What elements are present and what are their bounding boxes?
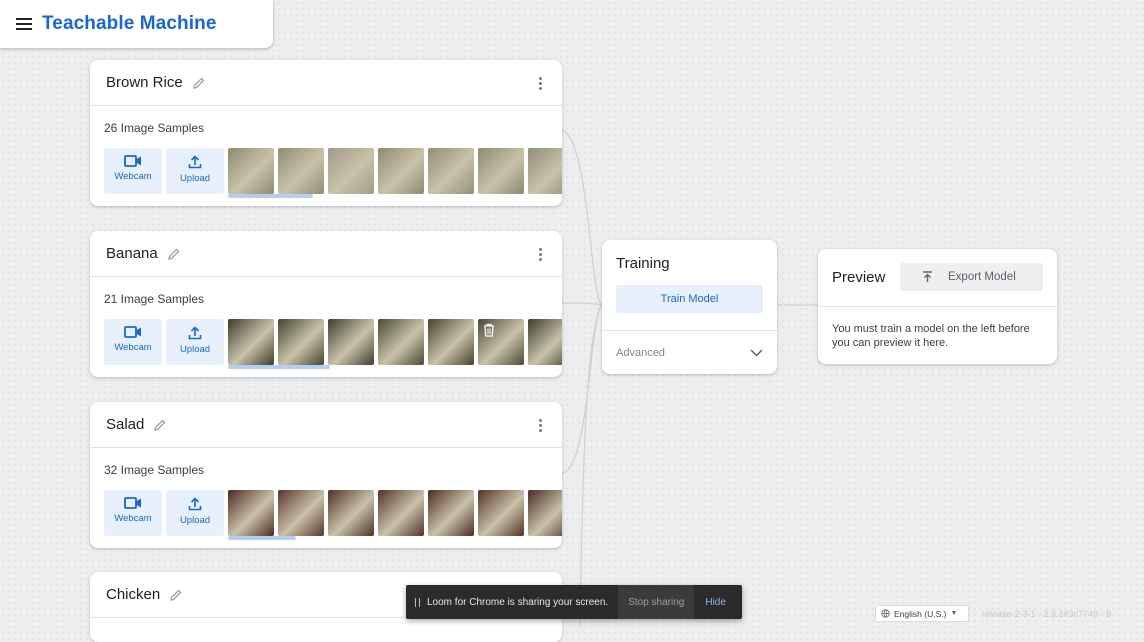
delete-icon[interactable] (483, 323, 495, 337)
upload-icon (188, 497, 202, 511)
sample-thumbnail[interactable] (528, 319, 562, 365)
edit-pencil-icon[interactable] (167, 247, 181, 261)
webcam-label: Webcam (114, 342, 152, 353)
sample-count: 21 Image Samples (104, 292, 205, 306)
sample-thumbnail[interactable] (428, 490, 474, 536)
loom-message: Loom for Chrome is sharing your screen. (427, 596, 609, 608)
upload-label: Upload (179, 515, 211, 526)
language-select[interactable]: English (U.S.) ▼ (875, 605, 969, 622)
sample-thumbnail[interactable] (478, 490, 524, 536)
sample-thumbnail[interactable] (328, 148, 374, 194)
upload-button[interactable]: Upload (166, 319, 224, 365)
sample-thumbnail[interactable] (328, 319, 374, 365)
menu-icon[interactable] (16, 15, 32, 33)
edit-pencil-icon[interactable] (153, 418, 167, 432)
sample-thumbnail[interactable] (428, 148, 474, 194)
sample-thumbnail[interactable] (228, 319, 274, 365)
webcam-button[interactable]: Webcam (104, 319, 162, 365)
samples-scrollbar[interactable] (228, 194, 313, 198)
sample-thumbnail[interactable] (378, 319, 424, 365)
sample-thumbnail[interactable] (278, 148, 324, 194)
webcam-label: Webcam (114, 513, 152, 524)
globe-icon (881, 609, 890, 618)
chevron-down-icon (750, 349, 763, 357)
training-title: Training (616, 255, 670, 272)
sample-thumbnail[interactable] (528, 148, 562, 194)
release-label: release-2-3-1 - 2.3.1#3c7749 - 9 (982, 609, 1112, 619)
sample-row: Webcam Upload (104, 148, 562, 194)
advanced-toggle[interactable]: Advanced (602, 330, 777, 375)
webcam-label: Webcam (114, 171, 152, 182)
training-panel: Training Train Model Advanced (602, 240, 777, 374)
webcam-button[interactable]: Webcam (104, 490, 162, 536)
sample-thumbnail[interactable] (378, 490, 424, 536)
sample-count: 32 Image Samples (104, 463, 205, 477)
upload-label: Upload (179, 344, 211, 355)
app-title[interactable]: Teachable Machine (42, 13, 217, 35)
class-card-brown-rice: Brown Rice 26 Image Samples Webcam Uploa… (90, 60, 562, 206)
upload-icon (188, 326, 202, 340)
stop-sharing-button[interactable]: Stop sharing (618, 585, 695, 619)
samples-scrollbar[interactable] (228, 536, 296, 540)
class-card-salad: Salad 32 Image Samples Webcam Upload (90, 402, 562, 548)
hide-button[interactable]: Hide (705, 597, 726, 608)
advanced-label: Advanced (616, 347, 665, 359)
class-header: Banana (90, 231, 562, 277)
class-name[interactable]: Salad (106, 416, 144, 433)
sample-thumbnail[interactable] (478, 148, 524, 194)
webcam-button[interactable]: Webcam (104, 148, 162, 194)
class-name[interactable]: Banana (106, 245, 158, 262)
pause-icon[interactable] (415, 597, 420, 607)
webcam-icon (124, 497, 141, 509)
sample-thumbnail[interactable] (228, 490, 274, 536)
sample-thumbnail[interactable] (528, 490, 562, 536)
loom-sharing-bar: Loom for Chrome is sharing your screen. … (406, 585, 742, 619)
sample-count: 26 Image Samples (104, 121, 205, 135)
sample-thumbnail[interactable] (328, 490, 374, 536)
class-header: Salad (90, 402, 562, 448)
app-header: Teachable Machine (0, 0, 273, 48)
edit-pencil-icon[interactable] (192, 76, 206, 90)
train-model-button[interactable]: Train Model (616, 285, 763, 313)
sample-thumbnail[interactable] (428, 319, 474, 365)
edit-pencil-icon[interactable] (169, 588, 183, 602)
export-label: Export Model (948, 271, 1016, 283)
more-options-icon[interactable] (539, 419, 542, 434)
preview-title: Preview (832, 269, 886, 286)
samples-scrollbar[interactable] (228, 365, 330, 369)
sample-row: Webcam Upload (104, 490, 562, 536)
sample-thumbnail[interactable] (278, 319, 324, 365)
upload-button[interactable]: Upload (166, 148, 224, 194)
webcam-icon (124, 326, 141, 338)
sample-thumbnail[interactable] (278, 490, 324, 536)
export-model-button[interactable]: Export Model (900, 263, 1043, 291)
webcam-icon (124, 155, 141, 167)
preview-header: Preview Export Model (818, 249, 1057, 307)
class-card-banana: Banana 21 Image Samples Webcam Upload (90, 231, 562, 377)
more-options-icon[interactable] (539, 248, 542, 263)
preview-message: You must train a model on the left befor… (832, 323, 1030, 349)
export-icon (923, 271, 932, 282)
more-options-icon[interactable] (539, 77, 542, 92)
sample-row: Webcam Upload (104, 319, 562, 365)
sample-thumbnail[interactable] (478, 319, 524, 365)
class-name[interactable]: Chicken (106, 586, 160, 603)
class-name[interactable]: Brown Rice (106, 74, 183, 91)
upload-label: Upload (179, 173, 211, 184)
language-label: English (U.S.) (894, 608, 947, 619)
sample-thumbnail[interactable] (378, 148, 424, 194)
caret-down-icon: ▼ (950, 610, 958, 617)
upload-icon (188, 155, 202, 169)
sample-thumbnail[interactable] (228, 148, 274, 194)
preview-panel: Preview Export Model You must train a mo… (818, 249, 1057, 364)
class-header: Brown Rice (90, 60, 562, 106)
upload-button[interactable]: Upload (166, 490, 224, 536)
